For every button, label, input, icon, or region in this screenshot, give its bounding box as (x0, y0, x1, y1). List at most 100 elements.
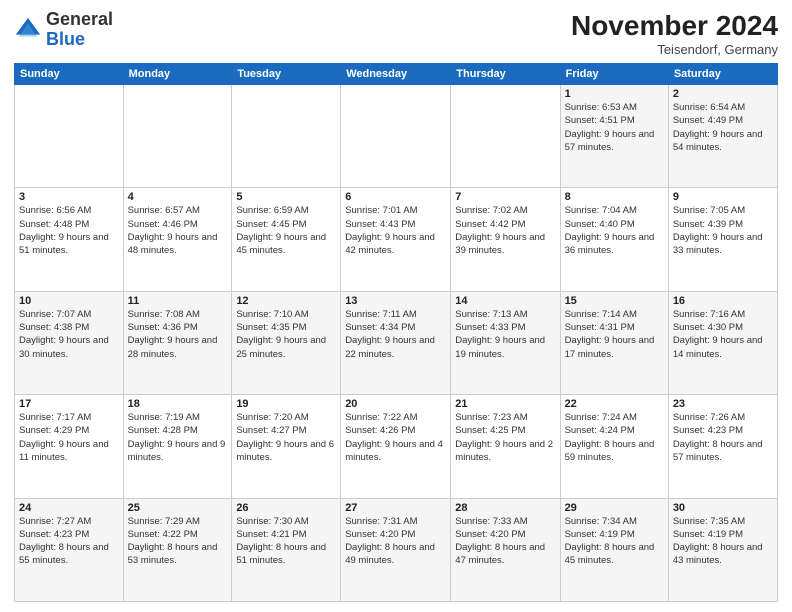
day-info: Sunrise: 7:01 AM Sunset: 4:43 PM Dayligh… (345, 204, 446, 257)
logo-text: General Blue (46, 10, 113, 50)
day-number: 5 (236, 191, 336, 203)
day-info: Sunrise: 7:26 AM Sunset: 4:23 PM Dayligh… (673, 411, 773, 464)
day-number: 2 (673, 88, 773, 100)
day-cell: 21Sunrise: 7:23 AM Sunset: 4:25 PM Dayli… (451, 395, 560, 498)
day-number: 14 (455, 295, 555, 307)
day-cell: 29Sunrise: 7:34 AM Sunset: 4:19 PM Dayli… (560, 498, 668, 601)
day-cell: 19Sunrise: 7:20 AM Sunset: 4:27 PM Dayli… (232, 395, 341, 498)
day-number: 15 (565, 295, 664, 307)
day-info: Sunrise: 7:02 AM Sunset: 4:42 PM Dayligh… (455, 204, 555, 257)
day-cell: 28Sunrise: 7:33 AM Sunset: 4:20 PM Dayli… (451, 498, 560, 601)
day-info: Sunrise: 7:34 AM Sunset: 4:19 PM Dayligh… (565, 515, 664, 568)
day-number: 17 (19, 398, 119, 410)
day-info: Sunrise: 7:31 AM Sunset: 4:20 PM Dayligh… (345, 515, 446, 568)
day-cell: 10Sunrise: 7:07 AM Sunset: 4:38 PM Dayli… (15, 291, 124, 394)
location: Teisendorf, Germany (571, 42, 778, 57)
day-cell (232, 85, 341, 188)
day-info: Sunrise: 7:11 AM Sunset: 4:34 PM Dayligh… (345, 308, 446, 361)
day-cell: 3Sunrise: 6:56 AM Sunset: 4:48 PM Daylig… (15, 188, 124, 291)
day-cell: 16Sunrise: 7:16 AM Sunset: 4:30 PM Dayli… (668, 291, 777, 394)
weekday-header-thursday: Thursday (451, 64, 560, 85)
day-cell: 13Sunrise: 7:11 AM Sunset: 4:34 PM Dayli… (341, 291, 451, 394)
day-cell: 1Sunrise: 6:53 AM Sunset: 4:51 PM Daylig… (560, 85, 668, 188)
day-cell: 12Sunrise: 7:10 AM Sunset: 4:35 PM Dayli… (232, 291, 341, 394)
calendar-header: SundayMondayTuesdayWednesdayThursdayFrid… (15, 64, 778, 85)
day-info: Sunrise: 7:07 AM Sunset: 4:38 PM Dayligh… (19, 308, 119, 361)
day-number: 6 (345, 191, 446, 203)
day-info: Sunrise: 7:22 AM Sunset: 4:26 PM Dayligh… (345, 411, 446, 464)
weekday-header-saturday: Saturday (668, 64, 777, 85)
day-info: Sunrise: 7:24 AM Sunset: 4:24 PM Dayligh… (565, 411, 664, 464)
logo-general: General (46, 9, 113, 29)
day-number: 30 (673, 502, 773, 514)
day-cell: 4Sunrise: 6:57 AM Sunset: 4:46 PM Daylig… (123, 188, 232, 291)
day-info: Sunrise: 6:53 AM Sunset: 4:51 PM Dayligh… (565, 101, 664, 154)
day-cell: 6Sunrise: 7:01 AM Sunset: 4:43 PM Daylig… (341, 188, 451, 291)
day-info: Sunrise: 7:35 AM Sunset: 4:19 PM Dayligh… (673, 515, 773, 568)
day-cell: 14Sunrise: 7:13 AM Sunset: 4:33 PM Dayli… (451, 291, 560, 394)
month-title: November 2024 (571, 10, 778, 42)
weekday-header-wednesday: Wednesday (341, 64, 451, 85)
day-cell (341, 85, 451, 188)
week-row-3: 17Sunrise: 7:17 AM Sunset: 4:29 PM Dayli… (15, 395, 778, 498)
calendar-table: SundayMondayTuesdayWednesdayThursdayFrid… (14, 63, 778, 602)
calendar-body: 1Sunrise: 6:53 AM Sunset: 4:51 PM Daylig… (15, 85, 778, 602)
day-number: 19 (236, 398, 336, 410)
weekday-header-friday: Friday (560, 64, 668, 85)
day-number: 24 (19, 502, 119, 514)
day-info: Sunrise: 7:04 AM Sunset: 4:40 PM Dayligh… (565, 204, 664, 257)
day-cell (123, 85, 232, 188)
day-cell: 9Sunrise: 7:05 AM Sunset: 4:39 PM Daylig… (668, 188, 777, 291)
day-cell: 27Sunrise: 7:31 AM Sunset: 4:20 PM Dayli… (341, 498, 451, 601)
day-number: 7 (455, 191, 555, 203)
week-row-1: 3Sunrise: 6:56 AM Sunset: 4:48 PM Daylig… (15, 188, 778, 291)
day-number: 28 (455, 502, 555, 514)
title-block: November 2024 Teisendorf, Germany (571, 10, 778, 57)
day-info: Sunrise: 6:54 AM Sunset: 4:49 PM Dayligh… (673, 101, 773, 154)
logo: General Blue (14, 10, 113, 50)
day-number: 1 (565, 88, 664, 100)
day-cell: 30Sunrise: 7:35 AM Sunset: 4:19 PM Dayli… (668, 498, 777, 601)
day-cell (15, 85, 124, 188)
day-number: 12 (236, 295, 336, 307)
day-number: 22 (565, 398, 664, 410)
day-info: Sunrise: 7:19 AM Sunset: 4:28 PM Dayligh… (128, 411, 228, 464)
day-info: Sunrise: 7:05 AM Sunset: 4:39 PM Dayligh… (673, 204, 773, 257)
day-info: Sunrise: 7:30 AM Sunset: 4:21 PM Dayligh… (236, 515, 336, 568)
day-info: Sunrise: 7:23 AM Sunset: 4:25 PM Dayligh… (455, 411, 555, 464)
day-number: 26 (236, 502, 336, 514)
day-number: 16 (673, 295, 773, 307)
day-cell: 17Sunrise: 7:17 AM Sunset: 4:29 PM Dayli… (15, 395, 124, 498)
day-number: 9 (673, 191, 773, 203)
day-cell: 8Sunrise: 7:04 AM Sunset: 4:40 PM Daylig… (560, 188, 668, 291)
page: General Blue November 2024 Teisendorf, G… (0, 0, 792, 612)
day-info: Sunrise: 7:16 AM Sunset: 4:30 PM Dayligh… (673, 308, 773, 361)
logo-icon (14, 16, 42, 44)
day-number: 4 (128, 191, 228, 203)
day-info: Sunrise: 7:20 AM Sunset: 4:27 PM Dayligh… (236, 411, 336, 464)
day-number: 21 (455, 398, 555, 410)
day-number: 29 (565, 502, 664, 514)
weekday-header-tuesday: Tuesday (232, 64, 341, 85)
day-number: 23 (673, 398, 773, 410)
day-info: Sunrise: 6:56 AM Sunset: 4:48 PM Dayligh… (19, 204, 119, 257)
day-cell: 11Sunrise: 7:08 AM Sunset: 4:36 PM Dayli… (123, 291, 232, 394)
day-cell: 18Sunrise: 7:19 AM Sunset: 4:28 PM Dayli… (123, 395, 232, 498)
weekday-row: SundayMondayTuesdayWednesdayThursdayFrid… (15, 64, 778, 85)
day-info: Sunrise: 7:33 AM Sunset: 4:20 PM Dayligh… (455, 515, 555, 568)
week-row-4: 24Sunrise: 7:27 AM Sunset: 4:23 PM Dayli… (15, 498, 778, 601)
day-number: 13 (345, 295, 446, 307)
weekday-header-sunday: Sunday (15, 64, 124, 85)
day-number: 25 (128, 502, 228, 514)
day-number: 11 (128, 295, 228, 307)
day-info: Sunrise: 7:10 AM Sunset: 4:35 PM Dayligh… (236, 308, 336, 361)
day-cell: 26Sunrise: 7:30 AM Sunset: 4:21 PM Dayli… (232, 498, 341, 601)
day-cell: 24Sunrise: 7:27 AM Sunset: 4:23 PM Dayli… (15, 498, 124, 601)
day-number: 18 (128, 398, 228, 410)
day-cell: 2Sunrise: 6:54 AM Sunset: 4:49 PM Daylig… (668, 85, 777, 188)
week-row-0: 1Sunrise: 6:53 AM Sunset: 4:51 PM Daylig… (15, 85, 778, 188)
day-number: 20 (345, 398, 446, 410)
day-info: Sunrise: 7:27 AM Sunset: 4:23 PM Dayligh… (19, 515, 119, 568)
day-number: 10 (19, 295, 119, 307)
day-info: Sunrise: 7:08 AM Sunset: 4:36 PM Dayligh… (128, 308, 228, 361)
